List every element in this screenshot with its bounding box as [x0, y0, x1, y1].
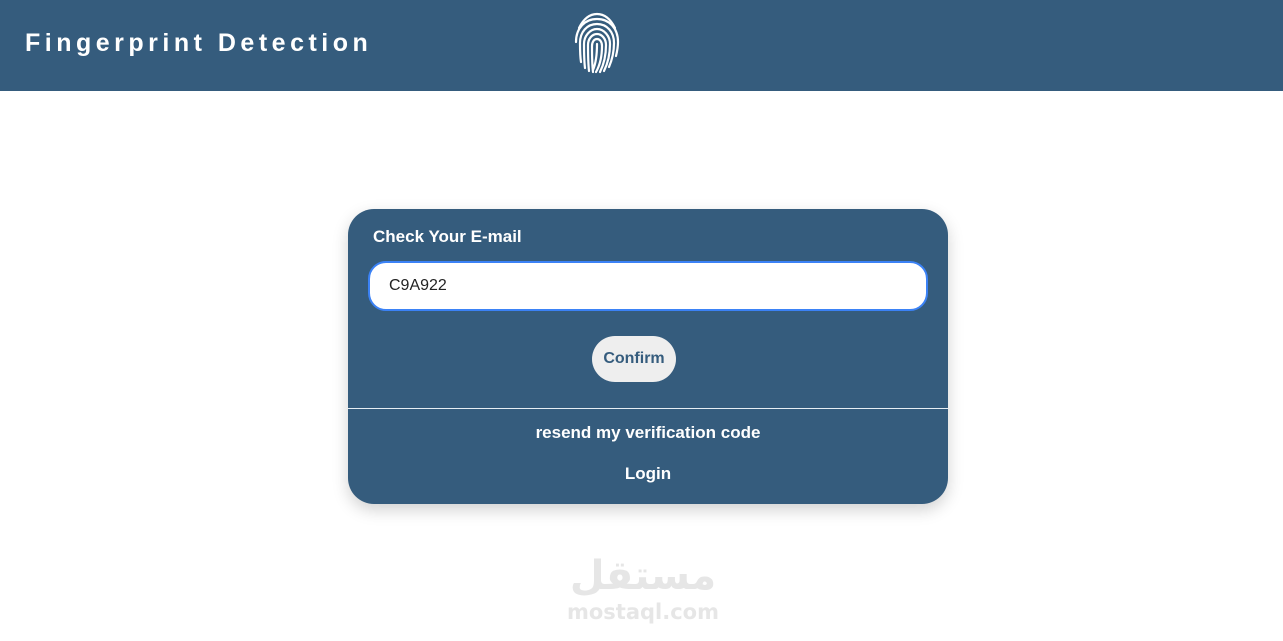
- confirm-button[interactable]: Confirm: [592, 336, 676, 382]
- card-title: Check Your E-mail: [373, 227, 522, 246]
- verification-card: Check Your E-mail Confirm resend my veri…: [348, 209, 948, 504]
- resend-code-link[interactable]: resend my verification code: [348, 423, 948, 443]
- top-header: Fingerprint Detection: [0, 0, 1283, 91]
- login-link[interactable]: Login: [348, 464, 948, 484]
- app-title: Fingerprint Detection: [25, 29, 373, 57]
- fingerprint-icon: [574, 12, 620, 74]
- verification-code-input[interactable]: [368, 261, 928, 311]
- watermark-logo: مستقل mostaql.com: [563, 553, 723, 633]
- watermark-latin-text: mostaql.com: [567, 600, 719, 624]
- watermark-arabic-text: مستقل: [569, 553, 717, 599]
- divider: [348, 408, 948, 409]
